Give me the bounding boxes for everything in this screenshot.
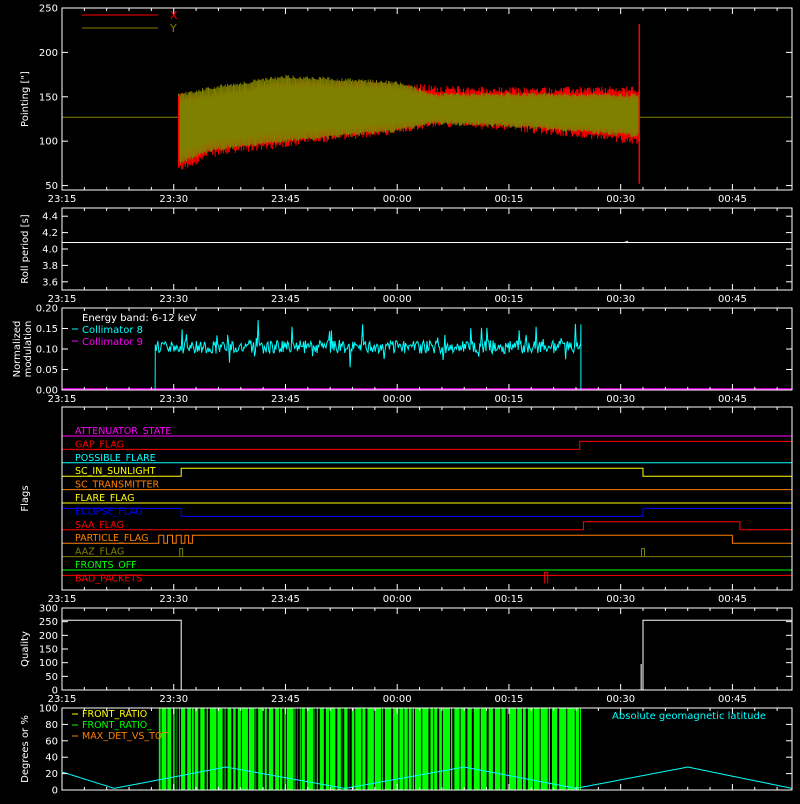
- time-tick-label: 00:00: [383, 294, 412, 305]
- ratios-ylabel: Degrees or %: [20, 715, 31, 783]
- legend-label-ratio-0: FRONT_RATIO: [82, 709, 147, 720]
- ratios-ytick-label: 0: [52, 786, 58, 797]
- pointing-ytick-label: 200: [39, 48, 58, 59]
- flag-label-11: BAD_PACKETS: [75, 573, 142, 584]
- modulation-ytick-label: 0.20: [36, 304, 58, 315]
- flag-label-4: SC_TRANSMITTER: [75, 480, 160, 491]
- flag-label-7: SAA_FLAG: [75, 520, 124, 531]
- modulation-ytick-label: 0.15: [36, 324, 58, 335]
- ratios-ytick-label: 80: [45, 720, 58, 731]
- time-tick-label: 00:00: [383, 694, 412, 705]
- energy-band-annotation: Energy band: 6-12 keV: [82, 313, 196, 324]
- time-tick-label: 23:30: [159, 594, 188, 605]
- legend-label-ratio-2: MAX_DET_VS_TOT: [82, 731, 168, 742]
- quality-ytick-label: 0: [52, 686, 58, 697]
- legend-label-ratio-1: FRONT_RATIO_: [82, 720, 152, 731]
- legend-label-y: Y: [169, 22, 177, 35]
- time-tick-label: 23:30: [159, 194, 188, 205]
- legend-label-x: X: [170, 9, 178, 22]
- flag-label-5: FLARE_FLAG: [75, 493, 135, 504]
- flag-label-8: PARTICLE_FLAG: [75, 533, 148, 544]
- pointing-ylabel: Pointing ["]: [20, 71, 31, 127]
- flags-ylabel: Flags: [20, 485, 31, 511]
- rhessi-quicklook-figure: X Y 23:15 23:30 23:45 00:00 00:15 00:30 00:45 50 1…: [0, 0, 800, 800]
- legend-label-collimator8: Collimator 8: [82, 325, 143, 336]
- time-tick-label: 23:30: [159, 294, 188, 305]
- time-tick-label: 00:00: [383, 194, 412, 205]
- flag-label-1: GAP_FLAG: [75, 439, 124, 450]
- quality-ytick-label: 300: [39, 604, 58, 615]
- modulation-ytick-label: 0.05: [36, 365, 58, 376]
- quality-ytick-label: 150: [39, 645, 58, 656]
- quality-ytick-label: 250: [39, 617, 58, 628]
- modulation-ylabel: modulation: [23, 321, 34, 378]
- time-tick-label: 23:45: [271, 194, 300, 205]
- flag-label-2: POSSIBLE_FLARE: [75, 453, 156, 464]
- flag-label-6: ECLIPSE_FLAG: [75, 506, 143, 517]
- time-tick-label: 23:45: [271, 394, 300, 405]
- time-tick-label: 23:15: [48, 194, 77, 205]
- time-tick-label: 00:00: [383, 394, 412, 405]
- modulation-ytick-label: 0.10: [36, 345, 58, 356]
- flag-label-9: AAZ_FLAG: [75, 547, 124, 558]
- time-tick-label: 00:15: [495, 694, 524, 705]
- time-tick-label: 00:45: [718, 194, 747, 205]
- time-tick-label: 00:15: [495, 194, 524, 205]
- roll-ytick-label: 3.6: [42, 277, 58, 288]
- time-tick-label: 23:45: [271, 594, 300, 605]
- time-tick-label: 00:15: [495, 294, 524, 305]
- roll-ytick-label: 4.0: [42, 245, 58, 256]
- quality-ytick-label: 50: [45, 672, 58, 683]
- pointing-ytick-label: 50: [45, 181, 58, 192]
- time-tick-label: 23:45: [271, 294, 300, 305]
- time-tick-label: 00:30: [606, 594, 635, 605]
- modulation-ylabel: Normalized: [12, 321, 23, 378]
- pointing-ytick-label: 100: [39, 137, 58, 148]
- ratios-ytick-label: 20: [45, 769, 58, 780]
- flag-label-10: FRONTS_OFF: [75, 560, 137, 571]
- roll-ytick-label: 4.4: [42, 212, 58, 223]
- roll-ylabel: Roll period [s]: [20, 214, 31, 283]
- time-tick-label: 00:45: [718, 694, 747, 705]
- time-tick-label: 00:15: [495, 594, 524, 605]
- legend-label-collimator9: Collimator 9: [82, 337, 143, 348]
- modulation-ytick-label: 0.00: [36, 386, 58, 397]
- ratios-ytick-label: 40: [45, 753, 58, 764]
- time-tick-label: 00:15: [495, 394, 524, 405]
- time-tick-label: 00:00: [383, 594, 412, 605]
- pointing-ytick-label: 250: [39, 4, 58, 15]
- chart-svg: XY 23:15 23:30 23:45 00:00 00:15 00:30 00:45 50 1…: [0, 0, 800, 800]
- flag-label-0: ATTENUATOR_STATE: [75, 426, 171, 437]
- time-tick-label: 23:30: [159, 694, 188, 705]
- time-tick-label: 00:45: [718, 294, 747, 305]
- ratios-ytick-label: 100: [39, 704, 58, 715]
- quality-ytick-label: 100: [39, 658, 58, 669]
- pointing-ytick-label: 150: [39, 92, 58, 103]
- time-tick-label: 00:30: [606, 194, 635, 205]
- roll-ytick-label: 3.8: [42, 261, 58, 272]
- ratios-ytick-label: 60: [45, 736, 58, 747]
- time-tick-label: 00:30: [606, 694, 635, 705]
- quality-ylabel: Quality: [20, 631, 31, 667]
- quality-ytick-label: 200: [39, 631, 58, 642]
- roll-ytick-label: 4.2: [42, 228, 58, 239]
- time-tick-label: 00:30: [606, 294, 635, 305]
- time-tick-label: 23:30: [159, 394, 188, 405]
- time-tick-label: 00:45: [718, 394, 747, 405]
- geomag-annotation: Absolute geomagnetic latitude: [612, 711, 766, 722]
- time-tick-label: 00:30: [606, 394, 635, 405]
- time-tick-label: 00:45: [718, 594, 747, 605]
- flag-label-3: SC_IN_SUNLIGHT: [75, 466, 156, 477]
- time-tick-label: 23:45: [271, 694, 300, 705]
